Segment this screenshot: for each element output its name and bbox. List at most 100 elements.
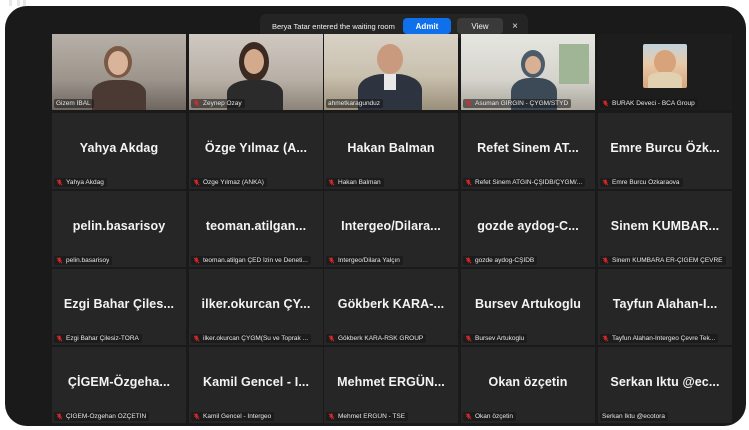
participant-tile[interactable]: Gökberk KARA-... Gökberk KARA-RSK GROUP (324, 269, 458, 345)
participant-name-label: Okan özçetin (463, 412, 516, 421)
participant-display-name: ilker.okurcan ÇY... (201, 297, 311, 311)
meeting-window: Berya Tatar entered the waiting room Adm… (5, 6, 746, 426)
participant-name-label: Tayfun Alahan-Intergeo Çevre Tek... (600, 334, 719, 343)
muted-mic-icon (465, 100, 472, 107)
muted-mic-icon (193, 335, 200, 342)
participant-display-name: Serkan Iktu @ec... (610, 375, 720, 389)
participant-name-label: Yahya Akdag (54, 178, 107, 187)
participant-tile[interactable]: Intergeo/Dilara... Intergeo/Dilara Yalçın (324, 191, 458, 267)
participant-name-text: Refet Sinem ATGIN-ÇŞİDB/ÇYGM/... (475, 179, 583, 186)
participant-name-label: Refet Sinem ATGIN-ÇŞİDB/ÇYGM/... (463, 178, 586, 187)
participant-video-tile[interactable]: Gizem İBAL (52, 34, 186, 110)
participant-display-name: Okan özçetin (488, 375, 568, 389)
participant-name-label: pelin.basarisoy (54, 256, 113, 265)
participant-tile[interactable]: Ezgi Bahar Çiles... Ezgi Bahar Çilesiz-TO… (52, 269, 186, 345)
participant-video-tile[interactable]: BURAK Deveci - BCA Group (598, 34, 732, 110)
participant-name-text: Sinem KUMBARA ER-ÇİGEM ÇEVRE (612, 257, 723, 264)
participant-display-name: Kamil Gencel - I... (202, 375, 310, 389)
participant-name-text: pelin.basarisoy (66, 257, 110, 264)
participant-video-tile[interactable]: Asuman GİRGİN - ÇYGM/STYD (461, 34, 595, 110)
muted-mic-icon (465, 179, 472, 186)
participant-tile[interactable]: Hakan Balman Hakan Balman (324, 113, 458, 189)
participant-tile[interactable]: ilker.okurcan ÇY... ilker.okurcan ÇYGM(Su… (189, 269, 323, 345)
muted-mic-icon (56, 413, 63, 420)
participant-name-label: Serkan Iktu @ecotora (600, 412, 668, 421)
muted-mic-icon (465, 257, 472, 264)
admit-button[interactable]: Admit (403, 18, 451, 34)
participant-name-label: Ezgi Bahar Çilesiz-TORA (54, 334, 142, 343)
muted-mic-icon (56, 335, 63, 342)
participant-tile[interactable]: Sinem KUMBAR... Sinem KUMBARA ER-ÇİGEM ÇE… (598, 191, 732, 267)
participant-name-label: Asuman GİRGİN - ÇYGM/STYD (463, 99, 572, 108)
participant-name-label: Hakan Balman (326, 178, 384, 187)
participant-tile[interactable]: Tayfun Alahan-I... Tayfun Alahan-Intergeo… (598, 269, 732, 345)
participant-tile[interactable]: Mehmet ERGÜN... Mehmet ERGÜN - TSE (324, 347, 458, 423)
muted-mic-icon (465, 413, 472, 420)
participant-name-text: teoman.atilgan ÇED İzin ve Deneti... (203, 257, 308, 264)
participant-display-name: Intergeo/Dilara... (341, 219, 441, 233)
participant-name-label: ÇİGEM-Özgehan ÖZÇETİN (54, 412, 150, 421)
muted-mic-icon (602, 100, 609, 107)
participant-tile[interactable]: gozde aydog-C... gozde aydog-CŞİDB (461, 191, 595, 267)
participant-video-tile[interactable]: Zeynep Ozay (189, 34, 323, 110)
muted-mic-icon (602, 335, 609, 342)
muted-mic-icon (328, 179, 335, 186)
participant-tile[interactable]: Refet Sinem AT... Refet Sinem ATGIN-ÇŞİDB… (461, 113, 595, 189)
participant-name-text: Bursev Artukoglu (475, 335, 525, 342)
participant-tile[interactable]: Kamil Gencel - I... Kamil Gencel - Interg… (189, 347, 323, 423)
participant-name-label: Emre Burcu Özkaraova (600, 178, 683, 187)
participant-display-name: Emre Burcu Özk... (610, 141, 720, 155)
participant-display-name: gozde aydog-C... (477, 219, 579, 233)
participant-video-tile[interactable]: ahmetkaragunduz (324, 34, 458, 110)
window-corner-mark-icon (9, 0, 27, 6)
participant-tile[interactable]: pelin.basarisoy pelin.basarisoy (52, 191, 186, 267)
participant-name-label: Mehmet ERGÜN - TSE (326, 412, 409, 421)
view-button[interactable]: View (457, 18, 503, 34)
muted-mic-icon (193, 257, 200, 264)
participant-display-name: Hakan Balman (347, 141, 435, 155)
participant-tile[interactable]: Özge Yılmaz (A... Özge Yılmaz (ANKA) (189, 113, 323, 189)
participant-name-text: ahmetkaragunduz (328, 100, 381, 107)
participant-name-label: Bursev Artukoglu (463, 334, 528, 343)
participant-name-label: Sinem KUMBARA ER-ÇİGEM ÇEVRE (600, 256, 726, 265)
participant-name-text: Asuman GİRGİN - ÇYGM/STYD (475, 100, 569, 107)
participant-name-label: gozde aydog-CŞİDB (463, 256, 538, 265)
muted-mic-icon (602, 257, 609, 264)
participant-name-text: Tayfun Alahan-Intergeo Çevre Tek... (612, 335, 716, 342)
participant-tile[interactable]: Emre Burcu Özk... Emre Burcu Özkaraova (598, 113, 732, 189)
muted-mic-icon (56, 179, 63, 186)
participant-name-text: Okan özçetin (475, 413, 513, 420)
participant-name-text: Gizem İBAL (56, 100, 91, 107)
muted-mic-icon (328, 335, 335, 342)
close-icon[interactable]: × (509, 18, 521, 34)
participant-display-name: Tayfun Alahan-I... (612, 297, 718, 311)
muted-mic-icon (465, 335, 472, 342)
participant-name-text: BURAK Deveci - BCA Group (612, 100, 695, 107)
participant-name-label: Intergeo/Dilara Yalçın (326, 256, 403, 265)
participant-name-text: ilker.okurcan ÇYGM(Su ve Toprak ... (203, 335, 309, 342)
participant-name-text: Yahya Akdag (66, 179, 104, 186)
participant-tile[interactable]: ÇİGEM-Özgeha... ÇİGEM-Özgehan ÖZÇETİN (52, 347, 186, 423)
notification-message: Berya Tatar entered the waiting room (272, 21, 395, 31)
participant-name-text: Mehmet ERGÜN - TSE (338, 413, 406, 420)
participant-name-text: Özge Yılmaz (ANKA) (203, 179, 264, 186)
participant-name-text: Intergeo/Dilara Yalçın (338, 257, 400, 264)
participant-name-label: ahmetkaragunduz (326, 99, 384, 108)
participant-name-text: Ezgi Bahar Çilesiz-TORA (66, 335, 139, 342)
participant-tile[interactable]: Serkan Iktu @ec... Serkan Iktu @ecotora (598, 347, 732, 423)
participant-display-name: pelin.basarisoy (72, 219, 166, 233)
muted-mic-icon (193, 100, 200, 107)
participant-name-label: Zeynep Ozay (191, 99, 245, 108)
participant-tile[interactable]: Bursev Artukoglu Bursev Artukoglu (461, 269, 595, 345)
participant-tile[interactable]: Okan özçetin Okan özçetin (461, 347, 595, 423)
participant-name-label: Kamil Gencel - Intergeo (191, 412, 275, 421)
participant-name-text: Kamil Gencel - Intergeo (203, 413, 272, 420)
muted-mic-icon (328, 257, 335, 264)
participant-tile[interactable]: teoman.atilgan... teoman.atilgan ÇED İzin… (189, 191, 323, 267)
participant-display-name: teoman.atilgan... (205, 219, 307, 233)
participant-name-text: Emre Burcu Özkaraova (612, 179, 680, 186)
participant-tile[interactable]: Yahya Akdag Yahya Akdag (52, 113, 186, 189)
muted-mic-icon (602, 179, 609, 186)
participant-display-name: Özge Yılmaz (A... (204, 141, 308, 155)
participant-display-name: Gökberk KARA-... (337, 297, 445, 311)
